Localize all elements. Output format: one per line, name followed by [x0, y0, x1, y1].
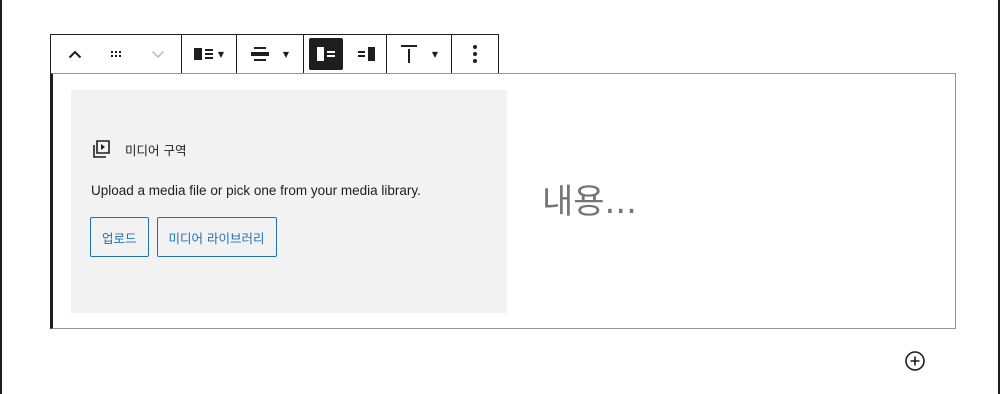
block-switcher-button[interactable]: ▼	[182, 35, 236, 73]
media-left-icon	[317, 47, 335, 61]
align-top-icon	[400, 45, 417, 63]
media-text-icon	[193, 48, 213, 60]
move-down-button[interactable]	[135, 35, 181, 73]
drag-handle-icon	[111, 51, 121, 57]
chevron-down-icon	[151, 50, 165, 58]
placeholder-instructions: Upload a media file or pick one from you…	[91, 183, 421, 198]
caret-down-icon: ▼	[282, 49, 290, 59]
vertical-align-button[interactable]: ▼	[387, 35, 451, 73]
placeholder-actions: 업로드 미디어 라이브러리	[90, 217, 277, 257]
caret-down-icon: ▼	[431, 49, 439, 59]
caret-down-icon: ▼	[217, 49, 225, 59]
media-placeholder: 미디어 구역 Upload a media file or pick one f…	[71, 90, 507, 313]
media-library-button[interactable]: 미디어 라이브러리	[156, 217, 277, 257]
more-vertical-icon	[473, 45, 477, 63]
align-center-icon	[250, 47, 269, 61]
block-type-group: ▼	[182, 35, 237, 73]
block-toolbar: ▼ ▼ ▼	[50, 34, 499, 74]
vertical-align-group: ▼	[387, 35, 452, 73]
alignment-group: ▼	[237, 35, 304, 73]
placeholder-title-text: 미디어 구역	[125, 142, 187, 158]
content-placeholder[interactable]: 내용...	[542, 174, 637, 223]
media-icon	[93, 140, 110, 158]
upload-button[interactable]: 업로드	[90, 217, 149, 257]
media-right-icon	[358, 47, 375, 61]
drag-handle-button[interactable]	[99, 35, 135, 73]
add-block-icon[interactable]	[904, 350, 926, 372]
more-options-button[interactable]	[452, 35, 498, 73]
media-text-block[interactable]: 미디어 구역 Upload a media file or pick one f…	[50, 73, 956, 329]
align-button[interactable]: ▼	[237, 35, 303, 73]
media-position-group	[304, 35, 387, 73]
media-right-button[interactable]	[348, 35, 386, 73]
move-up-button[interactable]	[51, 35, 99, 73]
media-left-button[interactable]	[304, 35, 348, 73]
mover-group	[51, 35, 182, 73]
options-group	[452, 35, 498, 73]
editor-canvas: ▼ ▼ ▼ 미디어 구역 Upload a media file or pick…	[0, 0, 1000, 394]
placeholder-title: 미디어 구역	[91, 138, 186, 160]
chevron-up-icon	[68, 50, 82, 58]
